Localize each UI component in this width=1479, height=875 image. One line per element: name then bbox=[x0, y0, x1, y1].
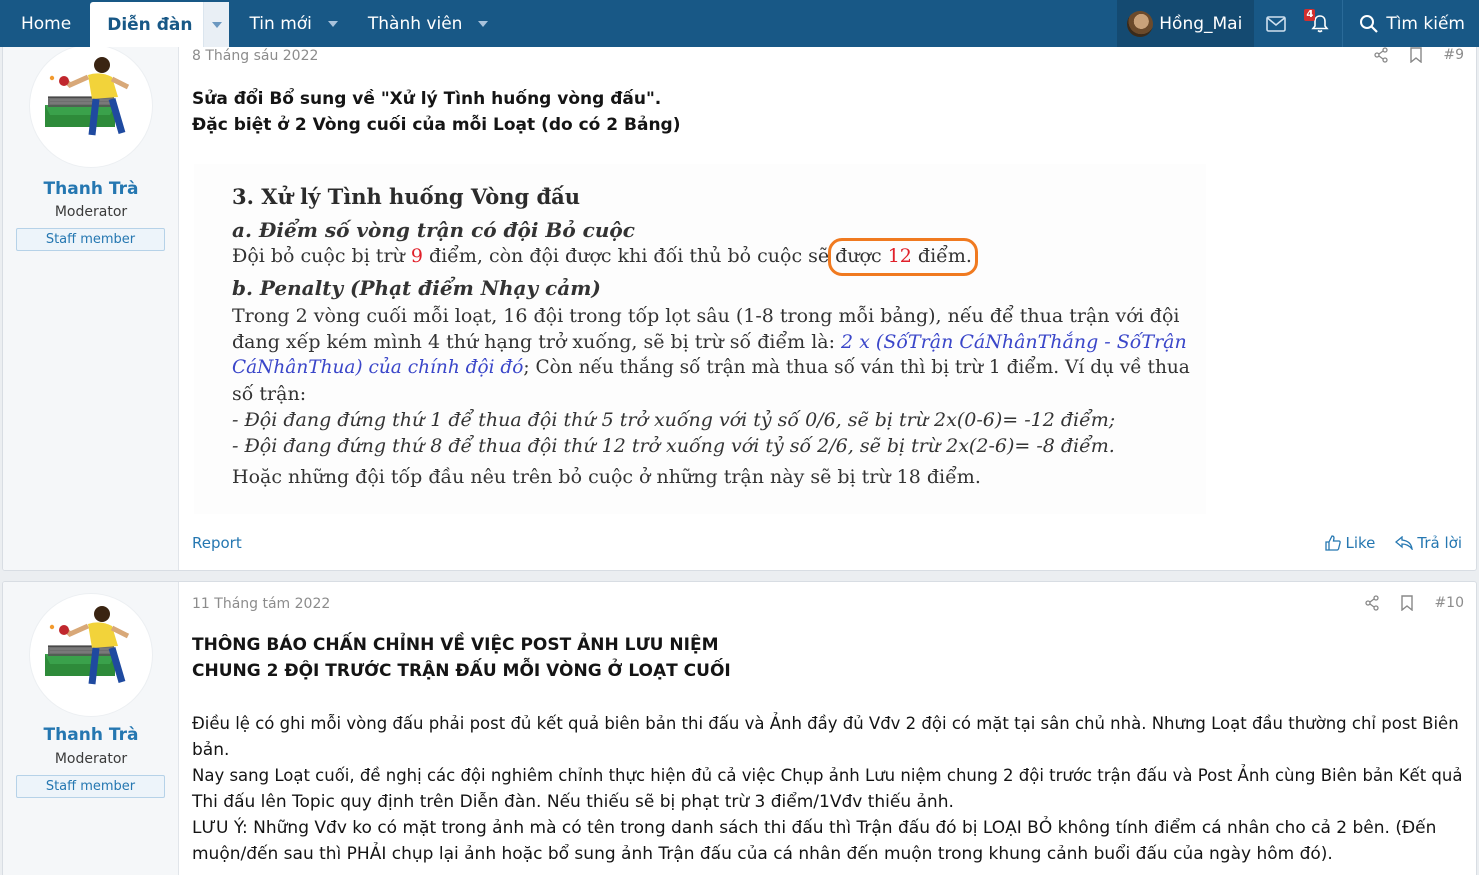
author-role: Moderator bbox=[54, 751, 128, 767]
post-9: Thanh Trà Moderator Staff member 8 Tháng… bbox=[2, 36, 1477, 571]
post-paragraph-3b: muộn/đến sau thì PHẢI chụp lại ảnh hoặc … bbox=[192, 844, 1333, 864]
post-date[interactable]: 11 Tháng tám 2022 bbox=[192, 596, 330, 612]
rules-line-b2: đang xếp kém mình 4 thứ hạng trở xuống, … bbox=[232, 331, 1187, 353]
nav-members-label: Thành viên bbox=[367, 13, 463, 34]
share-icon[interactable] bbox=[1364, 595, 1380, 611]
post-paragraph-2a: Nay sang Loạt cuối, đề nghị các đội nghi… bbox=[192, 766, 1463, 785]
rules-line-b1: Trong 2 vòng cuối mỗi loạt, 16 đội trong… bbox=[232, 305, 1180, 327]
rules-title: 3. Xử lý Tình huống Vòng đấu bbox=[232, 184, 581, 209]
thumbs-up-icon bbox=[1325, 535, 1342, 551]
post-actions: Like Trả lời bbox=[1325, 534, 1462, 552]
nav-forums[interactable]: Diễn đàn bbox=[90, 2, 230, 47]
envelope-icon bbox=[1266, 15, 1287, 32]
author-role: Moderator bbox=[54, 204, 128, 220]
author-avatar[interactable] bbox=[30, 594, 152, 716]
bookmark-icon[interactable] bbox=[1409, 47, 1423, 63]
search-icon bbox=[1360, 14, 1379, 33]
post-tools: #10 bbox=[1364, 595, 1464, 611]
reply-icon bbox=[1395, 536, 1414, 550]
rules-line-b7: Hoặc những đội tốp đầu nêu trên bỏ cuộc … bbox=[232, 466, 981, 488]
post-main: 8 Tháng sáu 2022 #9 Sửa đổi Bổ sung về "… bbox=[179, 37, 1476, 570]
nav-members[interactable]: Thành viên bbox=[348, 0, 499, 47]
post-paragraph-2b: Thi đấu lên Topic quy định trên Diễn đàn… bbox=[192, 792, 954, 812]
staff-badge: Staff member bbox=[16, 228, 165, 251]
author-name[interactable]: Thanh Trà bbox=[3, 725, 179, 745]
search-button[interactable]: Tìm kiếm bbox=[1342, 0, 1479, 47]
post-user-sidebar: Thanh Trà Moderator Staff member bbox=[3, 582, 179, 875]
like-label: Like bbox=[1345, 534, 1376, 552]
alerts-button[interactable]: 4 bbox=[1298, 0, 1342, 47]
share-icon[interactable] bbox=[1373, 47, 1389, 63]
post-date[interactable]: 8 Tháng sáu 2022 bbox=[192, 48, 318, 64]
post-main: 11 Tháng tám 2022 #10 THÔNG BÁO CHẤN CHỈ… bbox=[179, 582, 1476, 875]
search-label: Tìm kiếm bbox=[1386, 13, 1465, 34]
account-menu[interactable]: Hồng_Mai bbox=[1117, 0, 1255, 47]
post-paragraph-1b: bản. bbox=[192, 740, 230, 760]
highlight-circle bbox=[828, 238, 978, 276]
post-user-sidebar: Thanh Trà Moderator Staff member bbox=[3, 37, 179, 570]
post-paragraph-3a: LƯU Ý: Những Vđv ko có mặt trong ảnh mà … bbox=[192, 818, 1437, 838]
like-button[interactable]: Like bbox=[1325, 534, 1375, 552]
post-tools: #9 bbox=[1373, 47, 1464, 63]
nav-whats-new[interactable]: Tin mới bbox=[229, 0, 347, 47]
nav-home[interactable]: Home bbox=[0, 0, 90, 47]
rules-line-b6: - Đội đang đứng thứ 8 để thua đội thứ 12… bbox=[232, 435, 1115, 457]
rules-line-b5: - Đội đang đứng thứ 1 để thua đội thứ 5 … bbox=[232, 409, 1116, 431]
nav-forums-dropdown[interactable] bbox=[203, 2, 230, 47]
staff-badge: Staff member bbox=[16, 775, 165, 798]
post-number[interactable]: #10 bbox=[1434, 595, 1464, 611]
chevron-down-icon[interactable] bbox=[327, 20, 338, 27]
rules-line-b4: số trận: bbox=[232, 383, 307, 405]
post-heading-2: Đặc biệt ở 2 Vòng cuối của mỗi Loạt (do … bbox=[192, 115, 681, 135]
rules-sub-a: a. Điểm số vòng trận có đội Bỏ cuộc bbox=[232, 218, 635, 242]
chevron-down-icon bbox=[211, 21, 222, 28]
nav-forums-label: Diễn đàn bbox=[107, 14, 193, 35]
post-body: Sửa đổi Bổ sung về "Xử lý Tình huống vòn… bbox=[192, 86, 1462, 138]
post-10: Thanh Trà Moderator Staff member 11 Thán… bbox=[2, 581, 1477, 875]
user-avatar bbox=[1127, 10, 1154, 37]
rules-line-b3: CáNhânThua) của chính đội đó; Còn nếu th… bbox=[232, 357, 1190, 378]
post-heading-1: THÔNG BÁO CHẤN CHỈNH VỀ VIỆC POST ẢNH LƯ… bbox=[192, 635, 719, 655]
nav-user-area: Hồng_Mai 4 Tìm kiếm bbox=[1117, 0, 1479, 47]
alert-count-badge: 4 bbox=[1304, 9, 1316, 21]
top-navbar: Home Diễn đàn Tin mới Thành viên Hồng_Ma… bbox=[0, 0, 1479, 47]
report-link[interactable]: Report bbox=[192, 534, 242, 552]
post-body: THÔNG BÁO CHẤN CHỈNH VỀ VIỆC POST ẢNH LƯ… bbox=[192, 632, 1462, 867]
bookmark-icon[interactable] bbox=[1400, 595, 1414, 611]
author-name[interactable]: Thanh Trà bbox=[3, 179, 179, 199]
reply-button[interactable]: Trả lời bbox=[1395, 534, 1462, 552]
post-number[interactable]: #9 bbox=[1443, 47, 1464, 63]
table-tennis-player-icon bbox=[45, 57, 130, 136]
rules-sub-b: b. Penalty (Phạt điểm Nhạy cảm) bbox=[232, 276, 601, 300]
post-paragraph-1a: Điều lệ có ghi mỗi vòng đấu phải post đủ… bbox=[192, 714, 1459, 733]
inbox-button[interactable] bbox=[1254, 0, 1298, 47]
reply-label: Trả lời bbox=[1417, 534, 1462, 552]
rules-image[interactable]: 3. Xử lý Tình huống Vòng đấu a. Điểm số … bbox=[194, 164, 1206, 514]
nav-whats-new-label: Tin mới bbox=[249, 13, 312, 34]
chevron-down-icon[interactable] bbox=[478, 20, 489, 27]
username: Hồng_Mai bbox=[1159, 13, 1243, 34]
post-heading-2: CHUNG 2 ĐỘI TRƯỚC TRẬN ĐẤU MỖI VÒNG Ở LO… bbox=[192, 661, 731, 681]
author-avatar[interactable] bbox=[30, 45, 152, 167]
table-tennis-player-icon bbox=[45, 606, 130, 685]
post-heading-1: Sửa đổi Bổ sung về "Xử lý Tình huống vòn… bbox=[192, 89, 662, 109]
